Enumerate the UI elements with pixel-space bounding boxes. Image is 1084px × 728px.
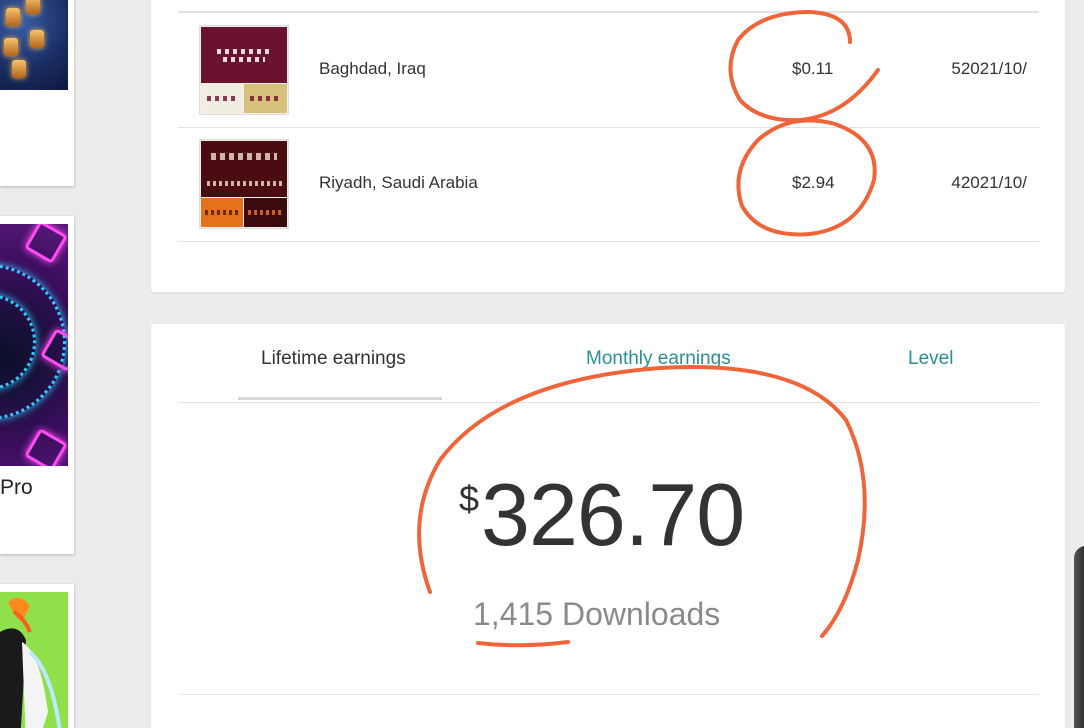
product-thumbnail[interactable] [199,25,289,115]
card-divider [178,694,1039,695]
downloads-summary: 1,415 Downloads [473,596,720,633]
recent-sales-card: Baghdad, Iraq $0.11 52021/10/ Riyadh, Sa… [151,0,1065,292]
tab-level[interactable]: Level [908,348,953,370]
sale-date: 52021/10/ [951,59,1027,78]
device-edge [1074,546,1084,728]
earnings-value: 326.70 [481,465,745,564]
sale-location: Baghdad, Iraq [319,59,426,78]
tab-lifetime-earnings[interactable]: Lifetime earnings [261,348,406,370]
sale-date: 42021/10/ [951,173,1027,192]
lifetime-earnings-total: $326.70 [459,464,745,566]
product-card-neon[interactable]: Pro [0,216,74,554]
product-thumbnail[interactable] [199,139,289,229]
sale-location: Riyadh, Saudi Arabia [319,173,478,192]
product-card-bird[interactable] [0,584,74,728]
tab-monthly-earnings[interactable]: Monthly earnings [586,348,731,370]
sale-amount: $2.94 [792,173,835,192]
earnings-tabs: Lifetime earnings Monthly earnings Level [178,324,1039,403]
active-tab-indicator [238,397,442,400]
neon-product-image [0,224,68,466]
product-card-title: Pro [0,476,33,499]
earnings-card: Lifetime earnings Monthly earnings Level… [151,324,1065,728]
table-row[interactable]: Riyadh, Saudi Arabia $2.94 42021/10/ [178,127,1039,242]
bird-product-image [0,592,68,728]
product-card-lanterns[interactable] [0,0,74,186]
lantern-product-image [0,0,68,90]
table-row[interactable]: Baghdad, Iraq $0.11 52021/10/ [178,13,1039,128]
downloads-label: Downloads [561,596,721,632]
downloads-count: 1,415 [473,596,554,632]
page: Pro Baghdad, Iraq $0.11 52021/10/ Riyadh… [0,0,1084,728]
currency-symbol: $ [459,478,480,519]
sale-amount: $0.11 [792,59,834,78]
